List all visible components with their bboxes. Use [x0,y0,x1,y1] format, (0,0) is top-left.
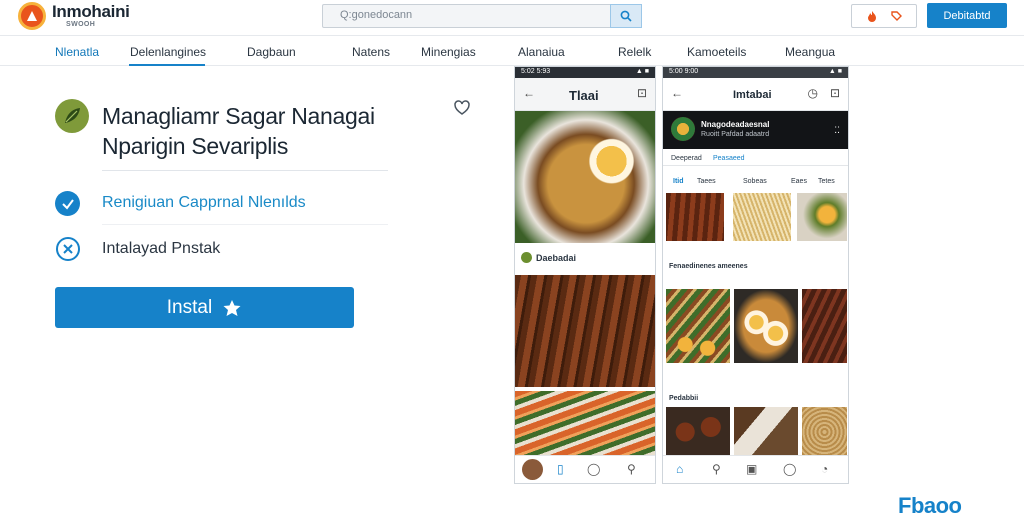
chip-1[interactable]: Deeperad [671,155,702,162]
app-title: Managliamr Sagar Nanagai Nparigin Sevari… [102,101,375,161]
filter-3[interactable]: Sobeas [743,178,767,185]
nav-item-6[interactable]: Alanaiua [518,45,565,59]
share-icon[interactable]: ⊡ [830,86,840,100]
food-photo [515,275,655,387]
filter-1[interactable]: Itid [673,178,684,185]
nav-item-4[interactable]: Natens [352,45,390,59]
cart-button[interactable] [851,4,917,28]
status-bar: 5:00 9:00 ▲ ■ [663,67,848,78]
logo-icon[interactable] [18,2,46,30]
more-icon[interactable]: ⁚⁚ [834,125,840,136]
section-label: Daebadai [536,253,577,263]
status-time: 5:00 9:00 [669,68,699,75]
nav-item-1[interactable]: Nlenatla [55,45,99,59]
food-thumb[interactable] [666,193,724,241]
food-thumb[interactable] [733,193,791,241]
filter-4[interactable]: Eaes [791,178,807,185]
app-title-line2: Nparigin Sevariplis [102,133,289,159]
leaf-icon [65,108,80,123]
bookmark-icon[interactable]: ▯ [557,462,564,476]
section-heading: Pedabbii [669,395,699,402]
clock-icon[interactable]: ◷ [808,86,818,100]
cross-icon [56,237,80,261]
check-icon [55,191,80,216]
food-photo [515,391,655,457]
search-icon [620,10,632,22]
app-icon [55,99,89,133]
star-icon [223,299,241,316]
divider [102,224,388,225]
phone-title: Imtabai [733,89,772,101]
section-heading: Fenaedinenes ameenes [669,263,748,270]
profile-icon[interactable]: ◔ [821,462,828,476]
signal-icon: ▲ ■ [828,68,842,75]
phone-screenshot-1: 5:02 5:93 ▲ ■ ← Tlaai ⊡ Daebadai ▯ ◯ ⚲ [514,66,656,484]
status-bar: 5:02 5:93 ▲ ■ [515,67,655,78]
food-thumb[interactable] [802,407,847,457]
back-arrow-icon[interactable]: ← [523,86,535,100]
food-thumb[interactable] [802,289,847,363]
nav-item-9[interactable]: Meangua [785,45,835,59]
app-title-line1: Managliamr Sagar Nanagai [102,103,375,129]
nav-item-8[interactable]: Kamoeteils [687,45,746,59]
bottom-nav: ▯ ◯ ⚲ [515,455,655,483]
category-nav: Nlenatla Delenlangines Dagbaun Natens Mi… [0,36,1024,66]
install-label: Instal [166,296,213,318]
logo-name[interactable]: Inmohaini [52,2,130,22]
heart-icon[interactable] [453,99,471,117]
food-thumb[interactable] [734,289,798,363]
logo-subtitle: SWOOH [66,21,96,28]
promo-banner[interactable]: Nnagodeadaesnal Ruoitt Pafdad adaatrd ⁚⁚ [663,111,848,149]
nav-item-2[interactable]: Delenlangines [130,45,206,59]
phone-screenshot-2: 5:00 9:00 ▲ ■ ← Imtabai ◷ ⊡ Nnagodeadaes… [662,66,849,484]
feature-label-1: Renigiuan Capprnal Nlenılds [102,194,306,211]
chat-icon[interactable]: ◯ [783,462,796,476]
avatar[interactable] [522,459,543,480]
gift-icon[interactable]: ▣ [746,462,757,476]
food-thumb[interactable] [666,289,730,363]
feature-label-2: Intalayad Pnstak [102,240,221,257]
search-button[interactable] [610,4,642,28]
tag-icon [891,11,902,21]
chip-2[interactable]: Peasaeed [713,155,745,162]
nav-item-3[interactable]: Dagbaun [247,45,296,59]
food-thumb[interactable] [666,407,730,457]
banner-logo [671,117,695,141]
bottom-nav: ⌂ ⚲ ▣ ◯ ◔ [663,455,848,483]
search-icon[interactable]: ⚲ [627,462,636,476]
install-button[interactable]: Instal [55,287,354,328]
phone-header: ← Tlaai ⊡ [515,78,655,111]
filter-2[interactable]: Taees [697,178,716,185]
divider [102,170,388,171]
food-thumb[interactable] [734,407,798,457]
menu-icon[interactable]: ⊡ [637,86,647,100]
back-arrow-icon[interactable]: ← [671,86,683,100]
nav-item-5[interactable]: Minengias [421,45,476,59]
filter-5[interactable]: Tetes [818,178,835,185]
banner-subtitle: Ruoitt Pafdad adaatrd [701,131,770,138]
home-icon[interactable]: ⌂ [676,462,683,476]
phone-title: Tlaai [569,88,599,103]
phone-header: ← Imtabai ◷ ⊡ [663,78,848,111]
food-photo [515,111,655,243]
active-tab-indicator [129,64,205,66]
search-placeholder: Q:gonedocann [340,9,413,21]
search-icon[interactable]: ⚲ [712,462,721,476]
status-time: 5:02 5:93 [521,68,551,75]
food-thumb[interactable] [797,193,847,241]
download-button[interactable]: Debitabtd [927,3,1007,28]
banner-title: Nnagodeadaesnal [701,120,770,129]
footer-brand: Fbaoo [898,493,962,518]
category-dot-icon [521,252,532,263]
signal-icon: ▲ ■ [635,68,649,75]
chat-icon[interactable]: ◯ [587,462,600,476]
nav-item-7[interactable]: Relelk [618,45,651,59]
fire-icon [868,11,876,22]
